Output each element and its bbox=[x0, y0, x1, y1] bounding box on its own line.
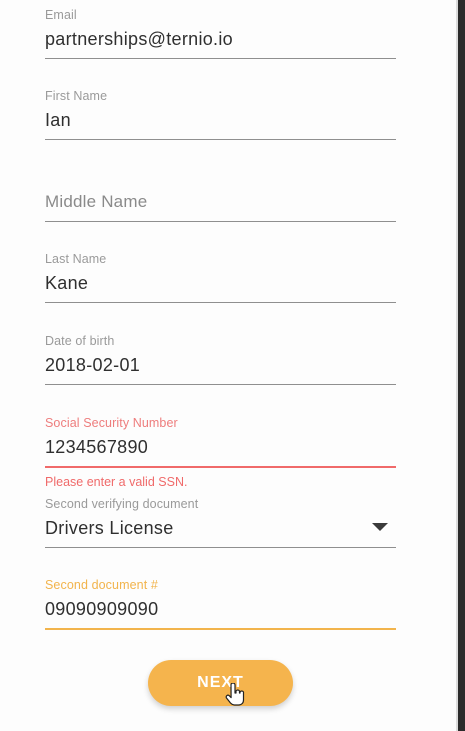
first-name-underline bbox=[45, 139, 396, 140]
last-name-label: Last Name bbox=[45, 252, 107, 266]
registration-card: Email partnerships@ternio.io First Name … bbox=[0, 0, 458, 731]
last-name-field[interactable]: Last Name Kane bbox=[45, 252, 396, 303]
middle-name-underline bbox=[45, 221, 396, 222]
ssn-underline bbox=[45, 466, 396, 468]
middle-name-field[interactable]: Middle Name bbox=[45, 191, 396, 222]
second-document-number-field[interactable]: Second document # 09090909090 bbox=[45, 578, 396, 630]
email-label: Email bbox=[45, 8, 77, 22]
second-document-label: Second verifying document bbox=[45, 497, 199, 511]
second-document-number-value[interactable]: 09090909090 bbox=[45, 598, 396, 620]
second-document-number-label: Second document # bbox=[45, 578, 158, 592]
second-document-number-underline bbox=[45, 628, 396, 630]
last-name-value[interactable]: Kane bbox=[45, 272, 396, 294]
dob-underline bbox=[45, 384, 396, 385]
next-button[interactable]: NEXT bbox=[148, 660, 293, 706]
ssn-label: Social Security Number bbox=[45, 416, 178, 430]
second-document-underline bbox=[45, 547, 396, 548]
window-edge bbox=[458, 0, 465, 731]
first-name-field[interactable]: First Name Ian bbox=[45, 89, 396, 140]
dob-label: Date of birth bbox=[45, 334, 115, 348]
second-document-select[interactable]: Second verifying document Drivers Licens… bbox=[45, 497, 396, 548]
chevron-down-icon[interactable] bbox=[372, 523, 388, 531]
middle-name-placeholder[interactable]: Middle Name bbox=[45, 191, 396, 213]
email-value[interactable]: partnerships@ternio.io bbox=[45, 28, 396, 50]
first-name-label: First Name bbox=[45, 89, 108, 103]
dob-value[interactable]: 2018-02-01 bbox=[45, 354, 396, 376]
ssn-value[interactable]: 1234567890 bbox=[45, 436, 396, 458]
ssn-field[interactable]: Social Security Number 1234567890 bbox=[45, 416, 396, 468]
dob-field[interactable]: Date of birth 2018-02-01 bbox=[45, 334, 396, 385]
hand-pointer-icon bbox=[225, 683, 245, 706]
second-document-value[interactable]: Drivers License bbox=[45, 517, 174, 539]
ssn-error-message: Please enter a valid SSN. bbox=[45, 475, 188, 489]
first-name-value[interactable]: Ian bbox=[45, 109, 396, 131]
email-field[interactable]: Email partnerships@ternio.io bbox=[45, 8, 396, 59]
email-underline bbox=[45, 58, 396, 59]
last-name-underline bbox=[45, 302, 396, 303]
